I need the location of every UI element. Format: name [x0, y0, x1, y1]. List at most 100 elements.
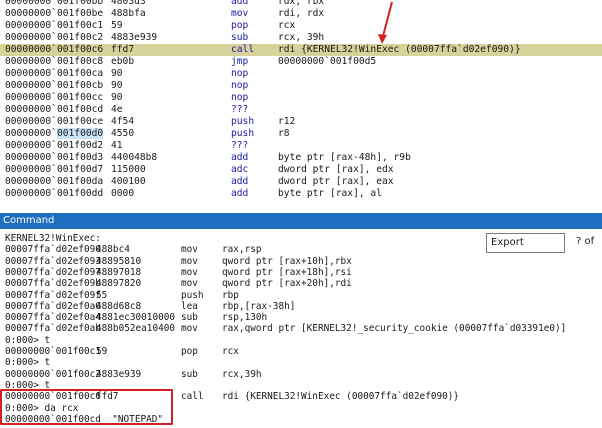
command-bytes: 488d68c8 — [96, 300, 142, 312]
disasm-mnemonic: nop — [231, 92, 249, 103]
disasm-operands: r8 — [278, 128, 290, 139]
disasm-mnemonic: adc — [231, 164, 249, 175]
command-asm-line: 00007ffa`d02ef097 48897018 mov qword ptr [r… — [0, 267, 602, 278]
disasm-address: 00000000`001f00be — [5, 8, 104, 19]
command-bytes: 48897820 — [96, 278, 142, 290]
command-bytes: 488bc4 — [96, 244, 130, 256]
disasm-bytes: 4803d3 — [111, 0, 146, 7]
disasm-row[interactable]: 00000000`001f00ca 90 nop — [0, 68, 602, 80]
command-bytes: 55 — [96, 289, 108, 301]
disasm-address-highlight: 001f00d0 — [56, 128, 104, 139]
command-mnem: lea — [181, 300, 198, 312]
disasm-mnemonic: add — [231, 188, 249, 199]
export-result-count: ? of — [576, 236, 595, 247]
command-addr: 00007ffa`d02ef090 — [5, 244, 101, 256]
disasm-address: 00000000`001f00d3 — [5, 152, 104, 163]
command-addr: 00007ffa`d02ef09f — [5, 289, 101, 301]
command-addr: 00000000`001f00c2 — [5, 368, 101, 380]
command-bytes: 48897018 — [96, 266, 142, 278]
disasm-row[interactable]: 00000000`001f00d2 41??? — [0, 140, 602, 152]
disasm-mnemonic: nop — [231, 68, 249, 79]
command-addr: 00007ffa`d02ef0a0 — [5, 300, 101, 312]
disasm-address: 00000000`001f00c6 — [5, 44, 104, 55]
disasm-bytes: 4883e939 — [111, 32, 158, 43]
disasm-row[interactable]: 00000000`001f00cc 90 nop — [0, 92, 602, 104]
disasm-mnemonic: mov — [231, 8, 249, 19]
command-mnem: mov — [181, 278, 198, 290]
command-text-line: 0:000> t — [0, 357, 602, 368]
command-addr: 00007ffa`d02ef097 — [5, 266, 101, 278]
disassembly-pane[interactable]: 00000000`001f00bb 4803d3 add rdx, rbx 000000… — [0, 0, 602, 212]
disasm-address-prefix: 00000000` — [5, 128, 57, 139]
disasm-bytes: 4f54 — [111, 116, 135, 127]
command-addr: 00007ffa`d02ef09b — [5, 278, 101, 290]
disasm-row[interactable]: 00000000`001f00bb 4803d3 add rdx, rbx — [0, 0, 602, 8]
disasm-row[interactable]: 00000000`001f00dd 0000 add byte ptr [rax], … — [0, 188, 602, 200]
disasm-bytes: 4550 — [111, 128, 135, 139]
disasm-operands: dword ptr [rax], eax — [278, 176, 394, 187]
disasm-mnemonic: add — [231, 152, 249, 163]
disasm-bytes: 0000 — [111, 188, 135, 199]
disasm-bytes: 59 — [111, 20, 123, 31]
command-mnem: sub — [181, 368, 198, 380]
command-bytes: 48895810 — [96, 255, 142, 267]
disasm-row[interactable]: 00000000`001f00d7 115000 adc dword ptr [rax… — [0, 164, 602, 176]
disasm-row[interactable]: 00000000`001f00da 400100 add dword ptr [rax… — [0, 176, 602, 188]
disasm-mnemonic: ??? — [231, 104, 249, 115]
disasm-row[interactable]: 00000000`001f00c8 eb0b jmp 00000000`001f00d… — [0, 56, 602, 68]
command-ops: rbp — [222, 289, 239, 301]
command-mnem: call — [181, 391, 204, 403]
command-addr: 00000000`001f00c1 — [5, 346, 101, 357]
command-line-text: 0:000> t — [5, 357, 51, 369]
disasm-mnemonic: call — [231, 44, 255, 55]
command-mnem: sub — [181, 312, 198, 324]
command-addr: 00007ffa`d02ef0ab — [5, 323, 101, 335]
disasm-mnemonic: add — [231, 176, 249, 187]
command-bytes: 4881ec30010000 — [96, 312, 176, 324]
command-asm-line: 00000000`001f00c2 4883e939 sub rcx,39h — [0, 369, 602, 380]
command-ops: rbp,[rax-38h] — [222, 300, 296, 312]
command-ops: rax,rsp — [222, 244, 262, 256]
disasm-row[interactable]: 00000000`001f00c1 59 pop rcx — [0, 20, 602, 32]
disasm-bytes: eb0b — [111, 56, 135, 67]
command-asm-line: 00007ffa`d02ef093 48895810 mov qword ptr [r… — [0, 256, 602, 267]
disasm-address: 00000000`001f00ce — [5, 116, 104, 127]
disasm-address: 00000000`001f00dd — [5, 188, 104, 199]
disasm-operands: rdi, rdx — [278, 8, 325, 19]
disasm-row[interactable]: 00000000`001f00cb 90 nop — [0, 80, 602, 92]
disasm-bytes: 90 — [111, 80, 123, 91]
disasm-row[interactable]: 00000000`001f00ce 4f54 push r12 — [0, 116, 602, 128]
disasm-address: 00000000`001f00d7 — [5, 164, 104, 175]
disasm-mnemonic: sub — [231, 32, 249, 43]
command-mnem: mov — [181, 323, 198, 335]
command-mnem: push — [181, 289, 204, 301]
command-mnem: pop — [181, 346, 198, 357]
disasm-address: 00000000`001f00bb — [5, 0, 104, 7]
disasm-bytes: 440048b8 — [111, 152, 158, 163]
disasm-row[interactable]: 00000000`001f00be 488bfa mov rdi, rdx — [0, 8, 602, 20]
disasm-row-current[interactable]: 00000000`001f00c6 ffd7 call rdi {KERNEL32!W… — [0, 44, 602, 56]
disasm-address: 00000000`001f00c2 — [5, 32, 104, 43]
command-ops: rsp,130h — [222, 312, 268, 324]
command-mnem: mov — [181, 266, 198, 278]
command-line-text: KERNEL32!WinExec: — [5, 233, 101, 244]
disasm-row[interactable]: 00000000`001f00c2 4883e939 sub rcx, 39h — [0, 32, 602, 44]
disasm-operands: byte ptr [rax-48h], r9b — [278, 152, 411, 163]
disasm-bytes: ffd7 — [111, 44, 135, 55]
disasm-address: 00000000`001f00cc — [5, 92, 104, 103]
disasm-mnemonic: push — [231, 128, 255, 139]
disasm-row[interactable]: 00000000`001f00cd 4e??? — [0, 104, 602, 116]
command-bytes: 488b052ea10400 — [96, 323, 176, 335]
disasm-row[interactable]: 00000000`001f00d0 4550 push r8 — [0, 128, 602, 140]
disasm-row[interactable]: 00000000`001f00d3 440048b8 add byte ptr [ra… — [0, 152, 602, 164]
disasm-mnemonic: ??? — [231, 140, 249, 151]
disasm-bytes: 488bfa — [111, 8, 146, 19]
export-search-field[interactable]: Export — [486, 233, 565, 253]
disasm-mnemonic: pop — [231, 20, 249, 31]
disasm-address: 00000000`001f00d0 — [5, 128, 104, 140]
command-asm-line: 00007ffa`d02ef0a4 4881ec30010000 sub rsp,13… — [0, 312, 602, 323]
command-asm-line: 00000000`001f00c1 59 pop rcx — [0, 346, 602, 357]
command-asm-line: 00007ffa`d02ef09f 55 push rbp — [0, 290, 602, 301]
command-addr: 00007ffa`d02ef093 — [5, 255, 101, 267]
disasm-address: 00000000`001f00c1 — [5, 20, 104, 31]
